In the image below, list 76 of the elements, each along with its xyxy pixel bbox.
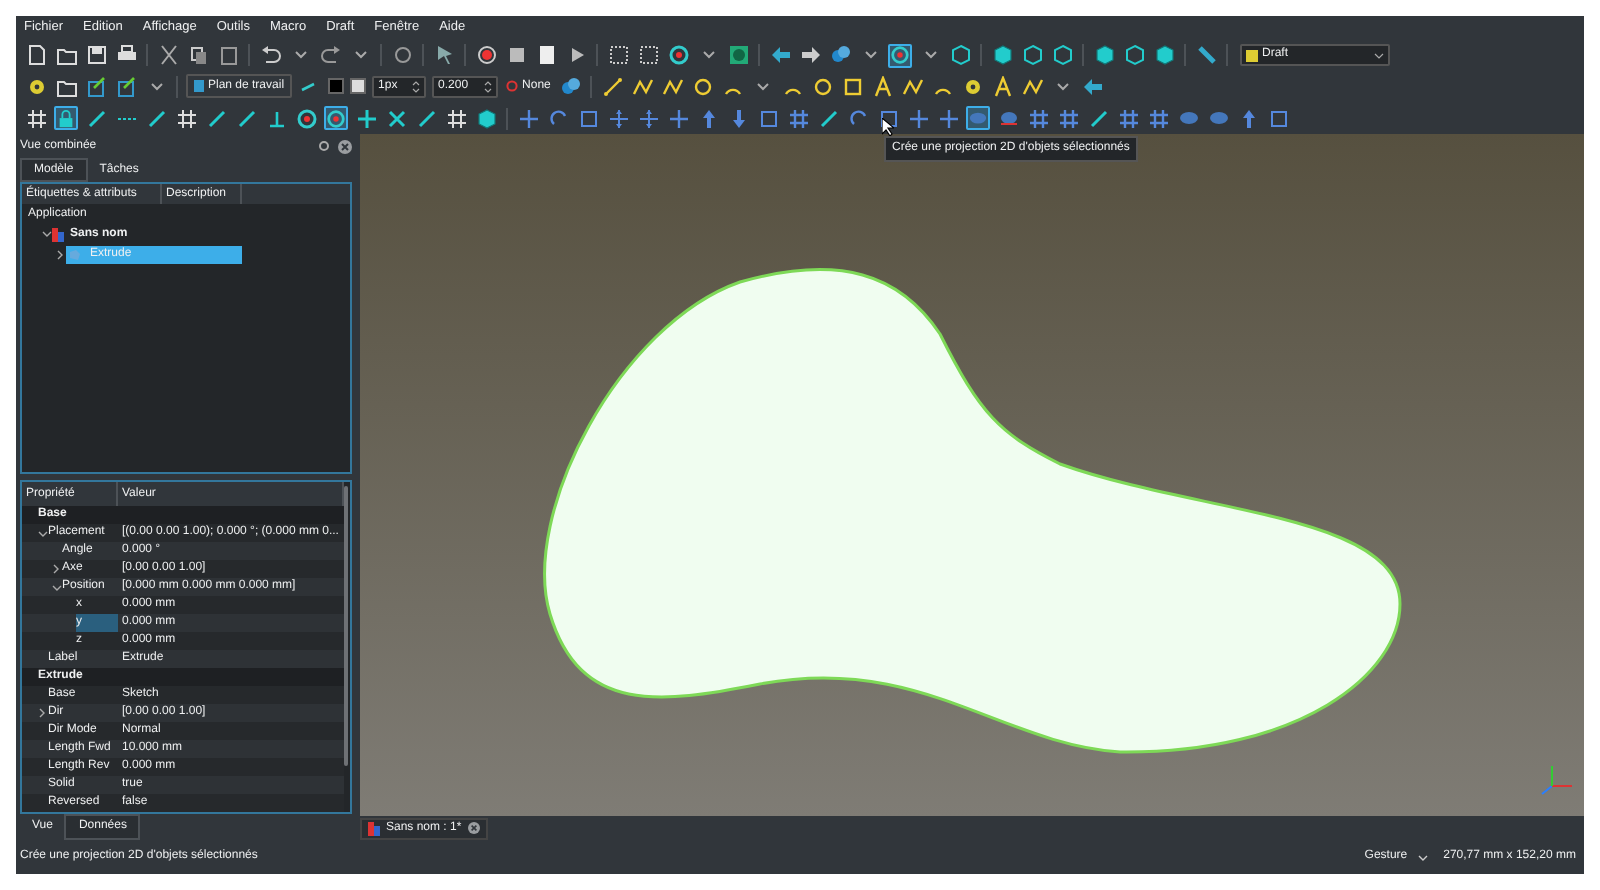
lock-icon[interactable] (54, 106, 78, 130)
spin-arrows-icon (484, 79, 493, 93)
document-icon (368, 821, 380, 835)
move-icon[interactable] (636, 106, 660, 130)
polyline-icon[interactable] (660, 74, 685, 98)
close-icon[interactable] (338, 139, 352, 153)
document-icon (52, 227, 64, 241)
move-icon[interactable] (606, 106, 630, 130)
circle-icon[interactable] (690, 74, 715, 98)
document-icon[interactable] (534, 43, 558, 67)
diagonal-line-icon[interactable] (144, 106, 168, 130)
left-arrow-icon[interactable] (1080, 74, 1105, 98)
diagonal-line-icon[interactable] (414, 106, 438, 130)
square-icon[interactable] (876, 106, 900, 130)
float-icon[interactable] (318, 140, 330, 152)
page-icon[interactable] (24, 43, 48, 67)
close-icon[interactable] (467, 822, 480, 834)
projection-icon[interactable] (1206, 106, 1230, 130)
cursor-icon (882, 118, 894, 136)
folder-icon[interactable] (54, 43, 78, 67)
diagonal-line-icon[interactable] (1086, 106, 1110, 130)
left-arrow-icon[interactable] (768, 43, 792, 67)
spin-arrows-icon (412, 79, 421, 93)
line-color-swatch[interactable] (328, 78, 345, 94)
polyline-icon[interactable] (630, 74, 655, 98)
x-icon[interactable] (384, 106, 408, 130)
plus-icon[interactable] (666, 106, 690, 130)
diagonal-line-icon[interactable] (234, 106, 258, 130)
axis-triad-icon (1541, 765, 1573, 795)
pointer-icon[interactable] (432, 43, 456, 67)
text-icon[interactable] (870, 74, 895, 98)
plus-icon[interactable] (516, 106, 540, 130)
target-icon[interactable] (888, 43, 912, 67)
caret-icon (1417, 853, 1428, 861)
dotted-square-icon[interactable] (606, 43, 630, 67)
target-icon[interactable] (666, 43, 690, 67)
ruler-icon[interactable] (1194, 43, 1218, 67)
shape-icon[interactable] (996, 106, 1020, 130)
diagonal-line-icon[interactable] (84, 106, 108, 130)
circle-icon[interactable] (810, 74, 835, 98)
text-icon[interactable] (990, 74, 1015, 98)
target-icon[interactable] (324, 106, 348, 130)
extruded-shape[interactable] (543, 268, 1402, 754)
perpendicular-icon[interactable] (264, 106, 288, 130)
clipboard-icon[interactable] (216, 43, 240, 67)
right-arrow-icon[interactable] (798, 43, 822, 67)
rotate-icon[interactable] (846, 106, 870, 130)
diagonal-line-icon[interactable] (204, 106, 228, 130)
plus-icon[interactable] (354, 106, 378, 130)
face-color-swatch[interactable] (350, 78, 367, 94)
refresh-icon[interactable] (390, 43, 414, 67)
polyline-icon[interactable] (900, 74, 925, 98)
projection-icon[interactable] (1176, 106, 1200, 130)
line-icon[interactable] (600, 74, 625, 98)
rotate-icon[interactable] (546, 106, 570, 130)
target-icon[interactable] (294, 106, 318, 130)
copy-icon[interactable] (186, 43, 210, 67)
undo-icon[interactable] (258, 43, 282, 67)
plus-icon[interactable] (906, 106, 930, 130)
rectangle-icon[interactable] (840, 74, 865, 98)
circle-icon (506, 80, 519, 92)
caret-icon (1374, 51, 1384, 59)
stop-icon[interactable] (504, 43, 528, 67)
plane-icon (194, 80, 204, 92)
record-icon[interactable] (474, 43, 498, 67)
redo-icon[interactable] (318, 43, 342, 67)
projection-icon[interactable] (966, 106, 990, 130)
plus-icon[interactable] (936, 106, 960, 130)
diagonal-line-icon[interactable] (816, 106, 840, 130)
solid-icon (68, 247, 82, 261)
dotted-square-icon[interactable] (636, 43, 660, 67)
export-icon[interactable] (84, 74, 108, 98)
export-icon[interactable] (114, 74, 138, 98)
polyline-icon[interactable] (1020, 74, 1045, 98)
workbench-icon (1246, 49, 1258, 61)
scissors-icon[interactable] (156, 43, 180, 67)
